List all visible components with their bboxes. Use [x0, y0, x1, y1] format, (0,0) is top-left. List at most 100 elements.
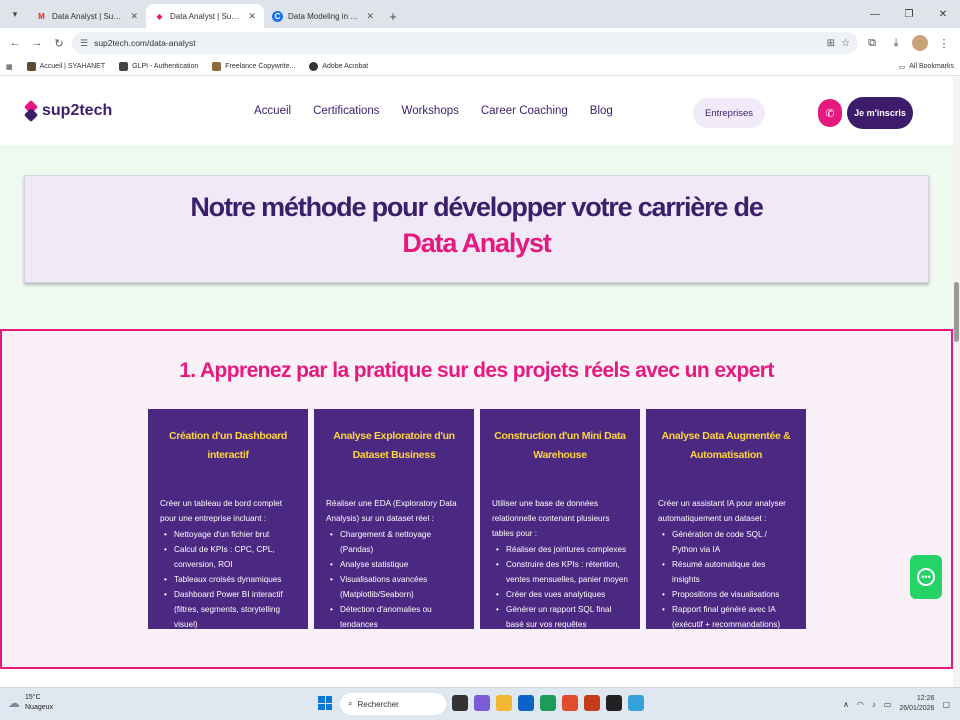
gmail-icon: M — [38, 11, 45, 21]
browser-tab-2[interactable]: ◆ Data Analyst | Sup2tech 2025 ✕ — [146, 4, 264, 28]
teams-icon[interactable] — [474, 695, 490, 711]
nav-blog[interactable]: Blog — [590, 105, 613, 117]
nav-workshops[interactable]: Workshops — [402, 105, 459, 117]
all-bookmarks[interactable]: ▭ All Bookmarks — [899, 63, 954, 71]
clock[interactable]: 12:26 26/01/2026 — [899, 694, 934, 714]
tab-search-icon[interactable]: ▾ — [4, 3, 26, 25]
menu-icon[interactable]: ⋮ — [934, 33, 954, 53]
browser-toolbar: ← → ↻ ☰ sup2tech.com/data-analyst ⊞ ☆ ⧉ … — [0, 28, 960, 58]
hero-section: Notre méthode pour développer votre carr… — [0, 145, 960, 335]
list-item: Réaliser des jointures complexes — [492, 542, 628, 557]
restore-icon[interactable]: ❐ — [892, 0, 926, 28]
project-card: Analyse Exploratoire d'un Dataset Busine… — [314, 409, 474, 629]
list-item: Dashboard Power BI interactif (filtres, … — [160, 587, 296, 632]
download-icon[interactable]: ⤓ — [886, 33, 906, 53]
file-explorer-icon[interactable] — [496, 695, 512, 711]
list-item: Analyse statistique — [326, 557, 462, 572]
nav-career-coaching[interactable]: Career Coaching — [481, 105, 568, 117]
list-item: Nettoyage d'un fichier brut — [160, 527, 296, 542]
media-player-icon[interactable] — [606, 695, 622, 711]
chevron-up-icon[interactable]: ∧ — [843, 700, 849, 709]
outlook-icon[interactable] — [518, 695, 534, 711]
bookmark-favicon-icon — [212, 62, 222, 71]
browser-tab-1[interactable]: M Data Analyst | Sup2tech 2025 - ✕ — [28, 4, 146, 28]
card-title: Analyse Data Augmentée & Automatisation — [661, 430, 791, 461]
bookmark-item[interactable]: Adobe Acrobat — [309, 62, 368, 71]
notification-icon[interactable]: ▢ — [942, 700, 950, 709]
app-icon[interactable] — [628, 695, 644, 711]
close-tab-icon[interactable]: ✕ — [248, 11, 256, 22]
list-item: Résumé automatique des insights — [658, 557, 794, 587]
bookmark-item[interactable]: Freelance Copywrite... — [212, 62, 295, 71]
extensions-icon[interactable]: ⧉ — [862, 33, 882, 53]
chrome-icon: C — [272, 10, 283, 22]
page-scrollbar[interactable] — [953, 77, 960, 687]
new-tab-button[interactable]: + — [382, 4, 404, 28]
browser-tab-3[interactable]: C Data Modeling in Power BI - G ✕ — [264, 4, 382, 28]
list-item: Créer des vues analytiques — [492, 587, 628, 602]
list-item: Génération de code SQL / Python via IA — [658, 527, 794, 557]
volume-icon[interactable]: ♪ — [872, 700, 876, 709]
minimize-icon[interactable]: — — [858, 0, 892, 28]
url-text: sup2tech.com/data-analyst — [94, 38, 196, 48]
list-item: Propositions de visualisations — [658, 587, 794, 602]
card-list: Chargement & nettoyage (Pandas) Analyse … — [326, 527, 462, 632]
card-list: Réaliser des jointures complexes Constru… — [492, 542, 628, 632]
system-tray: ∧ ◠ ♪ ▭ 12:26 26/01/2026 ▢ — [843, 694, 950, 714]
scrollbar-thumb[interactable] — [954, 282, 959, 342]
profile-avatar[interactable] — [910, 33, 930, 53]
bookmark-item[interactable]: Accueil | SYAHANET — [26, 62, 105, 71]
hero-banner: Notre méthode pour développer votre carr… — [24, 175, 929, 283]
close-tab-icon[interactable]: ✕ — [366, 11, 374, 22]
taskbar-search[interactable]: ⌕ Rechercher — [340, 693, 446, 715]
bookmark-star-icon[interactable]: ☆ — [841, 38, 850, 49]
chat-button[interactable]: ••• — [910, 555, 942, 599]
reload-icon[interactable]: ↻ — [50, 34, 68, 52]
card-intro: Créer un assistant IA pour analyser auto… — [658, 499, 786, 523]
task-view-icon[interactable] — [452, 695, 468, 711]
wifi-icon[interactable]: ◠ — [857, 700, 864, 709]
tab-title: Data Analyst | Sup2tech 2025 - — [52, 11, 125, 21]
hero-title: Notre méthode pour développer votre carr… — [190, 192, 763, 222]
edge-icon[interactable] — [540, 695, 556, 711]
close-window-icon[interactable]: ✕ — [926, 0, 960, 28]
translate-icon[interactable]: ⊞ — [827, 38, 835, 49]
back-icon[interactable]: ← — [6, 34, 24, 52]
chrome-taskbar-icon[interactable] — [562, 695, 578, 711]
nav-accueil[interactable]: Accueil — [254, 105, 291, 117]
folder-icon: ▭ — [898, 63, 906, 71]
signup-button[interactable]: Je m'inscris — [847, 97, 913, 129]
weather-text: Nuageux — [25, 704, 54, 711]
battery-icon[interactable]: ▭ — [884, 700, 892, 709]
powerpoint-icon[interactable] — [584, 695, 600, 711]
close-tab-icon[interactable]: ✕ — [130, 11, 138, 22]
list-item: Chargement & nettoyage (Pandas) — [326, 527, 462, 557]
apps-grid-icon[interactable]: ▦ — [6, 63, 13, 71]
phone-icon[interactable]: ✆ — [818, 99, 842, 127]
section-title: 1. Apprenez par la pratique sur des proj… — [179, 359, 774, 382]
chat-icon: ••• — [917, 568, 935, 586]
logo-icon — [23, 99, 39, 123]
card-intro: Créer un tableau de bord complet pour un… — [160, 499, 282, 523]
site-logo[interactable]: sup2tech — [23, 99, 112, 123]
bookmark-item[interactable]: GLPI - Authentication — [119, 62, 198, 71]
project-cards: Création d'un Dashboard interactif Créer… — [148, 409, 806, 629]
card-list: Nettoyage d'un fichier brut Calcul de KP… — [160, 527, 296, 632]
card-title: Création d'un Dashboard interactif — [168, 430, 288, 461]
list-item: Visualisations avancées (Matplotlib/Seab… — [326, 572, 462, 602]
list-item: Tableaux croisés dynamiques — [160, 572, 296, 587]
nav-certifications[interactable]: Certifications — [313, 105, 379, 117]
windows-start-icon[interactable] — [318, 696, 332, 710]
hero-highlight: Data Analyst — [402, 228, 551, 258]
list-item: Calcul de KPIs : CPC, CPL, conversion, R… — [160, 542, 296, 572]
site-header: sup2tech Accueil Certifications Workshop… — [0, 77, 960, 145]
address-bar[interactable]: ☰ sup2tech.com/data-analyst ⊞ ☆ — [72, 32, 858, 54]
project-card: Construction d'un Mini Data Warehouse Ut… — [480, 409, 640, 629]
entreprises-button[interactable]: Entreprises — [693, 98, 765, 128]
main-nav: Accueil Certifications Workshops Career … — [254, 77, 613, 145]
weather-widget[interactable]: ☁ 15°C Nuageux — [8, 693, 53, 713]
forward-icon[interactable]: → — [28, 34, 46, 52]
project-card: Création d'un Dashboard interactif Créer… — [148, 409, 308, 629]
site-info-icon[interactable]: ☰ — [80, 38, 88, 49]
project-card: Analyse Data Augmentée & Automatisation … — [646, 409, 806, 629]
